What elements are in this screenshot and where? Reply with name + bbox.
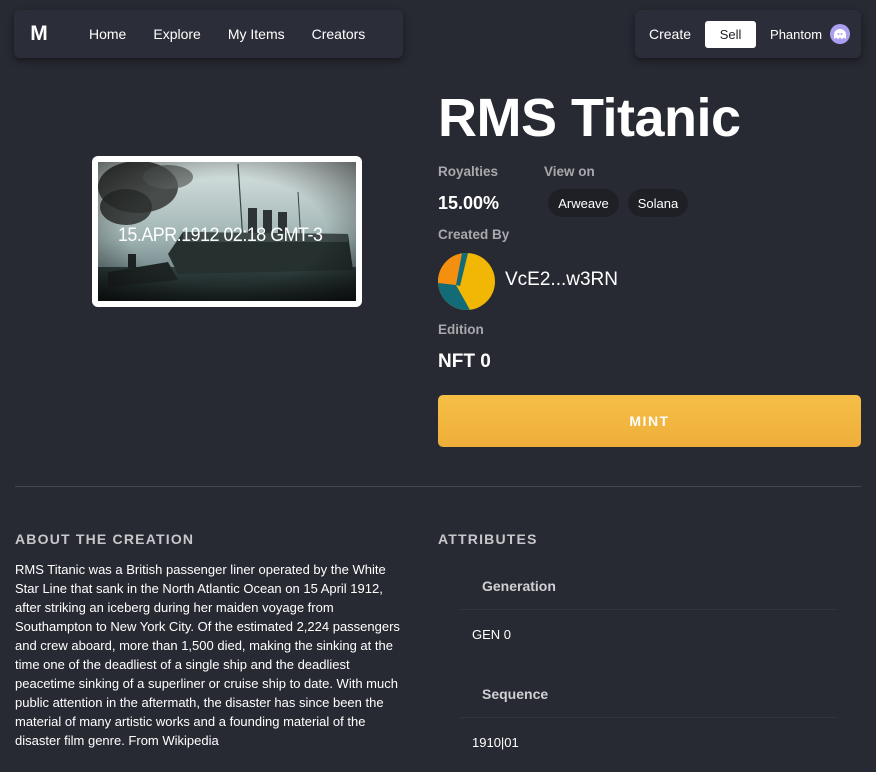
about-description: RMS Titanic was a British passenger line… bbox=[15, 562, 400, 748]
arweave-link[interactable]: Arweave bbox=[548, 189, 619, 217]
royalties-label: Royalties bbox=[438, 164, 499, 179]
nav-link-home[interactable]: Home bbox=[89, 26, 126, 42]
attributes-heading: ATTRIBUTES bbox=[438, 531, 538, 547]
create-link[interactable]: Create bbox=[649, 26, 691, 42]
artwork-caption: 15.APR.1912 02:18 GMT-3 bbox=[118, 223, 323, 245]
attribute-generation: Generation GEN 0 bbox=[460, 562, 838, 658]
attribute-value: GEN 0 bbox=[472, 626, 512, 642]
main-nav: M Home Explore My Items Creators bbox=[14, 10, 403, 58]
attribute-sequence: Sequence 1910|01 bbox=[460, 670, 838, 766]
nav-link-explore[interactable]: Explore bbox=[153, 26, 200, 42]
edition-value: NFT 0 bbox=[438, 351, 491, 372]
sell-button[interactable]: Sell bbox=[705, 20, 757, 48]
attribute-trait: Generation bbox=[460, 562, 838, 610]
solana-link[interactable]: Solana bbox=[628, 189, 688, 217]
app-logo[interactable]: M bbox=[14, 22, 64, 46]
attribute-trait: Sequence bbox=[460, 670, 838, 718]
creator-avatar[interactable] bbox=[438, 253, 495, 310]
wallet-label[interactable]: Phantom bbox=[770, 27, 822, 42]
creator-address[interactable]: VcE2...w3RN bbox=[505, 269, 618, 291]
royalties-value: 15.00% bbox=[438, 193, 500, 213]
nav-link-my-items[interactable]: My Items bbox=[228, 26, 285, 42]
phantom-ghost-icon[interactable] bbox=[830, 24, 851, 44]
section-divider bbox=[15, 486, 861, 487]
view-on-label: View on bbox=[544, 164, 595, 179]
created-by-label: Created By bbox=[438, 227, 510, 242]
account-nav: Create Sell Phantom bbox=[635, 10, 861, 58]
item-title: RMS Titanic bbox=[438, 88, 741, 148]
edition-label: Edition bbox=[438, 322, 484, 337]
about-heading: ABOUT THE CREATION bbox=[15, 531, 195, 547]
attribute-value: 1910|01 bbox=[472, 734, 519, 750]
mint-button[interactable]: MINT bbox=[438, 395, 861, 447]
nav-link-creators[interactable]: Creators bbox=[312, 26, 366, 42]
nft-artwork[interactable]: 15.APR.1912 02:18 GMT-3 bbox=[92, 156, 362, 307]
titanic-image: 15.APR.1912 02:18 GMT-3 bbox=[98, 162, 356, 301]
